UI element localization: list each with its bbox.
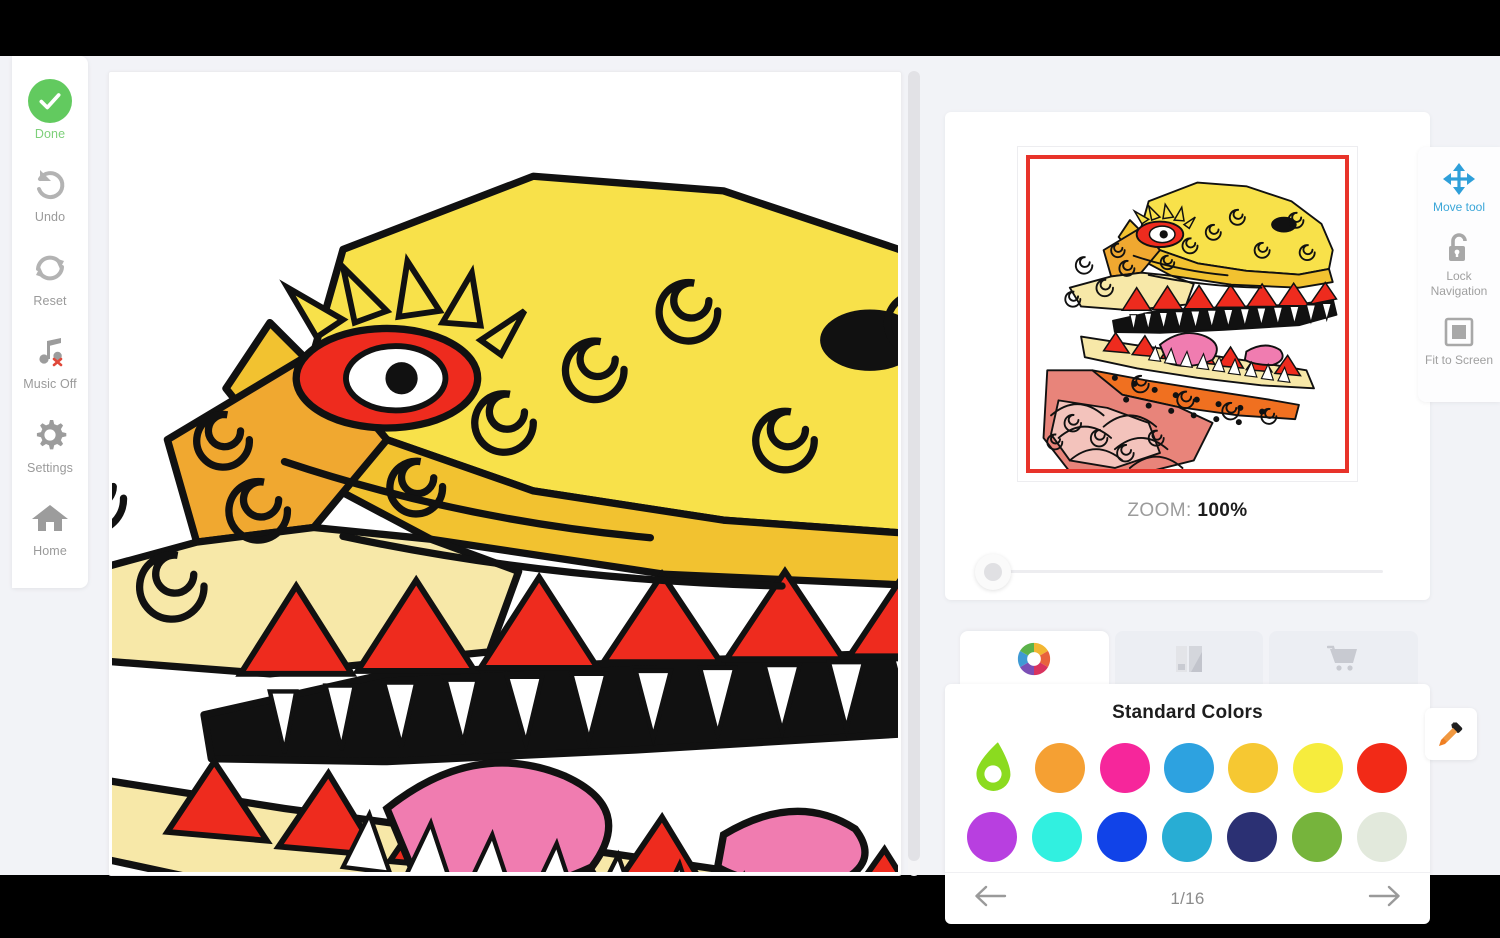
lock-navigation-button[interactable]: Lock Navigation: [1418, 230, 1500, 298]
canvas-scrollbar[interactable]: [908, 71, 920, 876]
fit-to-screen-label: Fit to Screen: [1425, 353, 1493, 367]
zoom-readout: ZOOM: 100%: [945, 500, 1430, 522]
color-swatch[interactable]: [1357, 743, 1407, 793]
canvas-scrollbar-thumb[interactable]: [908, 71, 920, 861]
zoom-slider-handle[interactable]: [975, 554, 1011, 590]
eyedropper-button[interactable]: [1425, 708, 1477, 760]
undo-button[interactable]: Undo: [12, 161, 88, 224]
arrow-left-icon: [973, 884, 1007, 913]
color-swatch[interactable]: [967, 812, 1017, 862]
color-wheel-icon: [1015, 640, 1053, 683]
color-swatch-selected[interactable]: [967, 740, 1021, 796]
zoom-slider-track[interactable]: [993, 570, 1383, 573]
lock-navigation-label: Lock Navigation: [1418, 269, 1500, 298]
artwork-thumbnail-image: [1036, 175, 1344, 473]
palette-next-button[interactable]: [1368, 884, 1402, 913]
palette-pager: 1/16: [945, 872, 1430, 924]
palette-title: Standard Colors: [945, 702, 1430, 724]
palette-tabs: [960, 631, 1418, 691]
coloring-canvas[interactable]: [108, 71, 902, 876]
refresh-icon: [31, 245, 69, 291]
eyedropper-icon: [1434, 715, 1468, 754]
color-swatch[interactable]: [1293, 743, 1343, 793]
left-toolbar: Done Undo Reset: [12, 56, 88, 588]
color-swatch[interactable]: [1035, 743, 1085, 793]
done-label: Done: [35, 127, 65, 141]
shopping-cart-icon: [1327, 644, 1361, 679]
settings-button[interactable]: Settings: [12, 412, 88, 475]
fit-to-screen-button[interactable]: Fit to Screen: [1418, 314, 1500, 367]
home-icon: [31, 495, 69, 541]
color-swatch[interactable]: [1357, 812, 1407, 862]
app-root: Done Undo Reset: [0, 56, 1500, 875]
undo-label: Undo: [35, 210, 65, 224]
fit-screen-icon: [1444, 314, 1474, 350]
zoom-slider[interactable]: [975, 554, 1400, 590]
artwork-canvas-image[interactable]: [112, 147, 898, 872]
color-swatch[interactable]: [1164, 743, 1214, 793]
undo-arrow-icon: [31, 161, 69, 207]
viewport-selection-box[interactable]: [1026, 155, 1349, 473]
navigator-panel: ZOOM: 100%: [945, 112, 1430, 600]
lock-open-icon: [1444, 230, 1474, 266]
pattern-swatch-icon: [1172, 642, 1206, 681]
canvas-viewport[interactable]: [112, 75, 898, 872]
zoom-prefix-label: ZOOM:: [1127, 500, 1191, 521]
music-note-off-icon: [32, 328, 68, 374]
palette-prev-button[interactable]: [973, 884, 1007, 913]
color-swatch[interactable]: [1228, 743, 1278, 793]
reset-button[interactable]: Reset: [12, 245, 88, 308]
navigation-toolbar: Move tool Lock Navigation Fit to Scr: [1418, 147, 1500, 402]
swatch-row-1: [967, 739, 1407, 797]
tab-patterns[interactable]: [1115, 631, 1264, 691]
move-arrows-icon: [1442, 161, 1476, 197]
color-swatch[interactable]: [1100, 743, 1150, 793]
color-swatch[interactable]: [1032, 812, 1082, 862]
swatch-row-2: [967, 808, 1407, 866]
settings-label: Settings: [27, 461, 73, 475]
gear-icon: [32, 412, 68, 458]
tab-colors[interactable]: [960, 631, 1109, 691]
color-palette-panel: Standard Colors: [945, 684, 1430, 924]
arrow-right-icon: [1368, 884, 1402, 913]
thumbnail-frame[interactable]: [1017, 146, 1358, 482]
color-swatch[interactable]: [1162, 812, 1212, 862]
move-tool-button[interactable]: Move tool: [1418, 161, 1500, 214]
check-circle-icon: [28, 78, 72, 124]
palette-page-count: 1/16: [1170, 889, 1204, 909]
color-swatch[interactable]: [1097, 812, 1147, 862]
move-tool-label: Move tool: [1433, 200, 1485, 214]
home-button[interactable]: Home: [12, 495, 88, 558]
done-button[interactable]: Done: [12, 78, 88, 141]
zoom-value: 100%: [1197, 500, 1247, 521]
tab-shop[interactable]: [1269, 631, 1418, 691]
reset-label: Reset: [33, 294, 66, 308]
color-swatch[interactable]: [1292, 812, 1342, 862]
music-toggle-button[interactable]: Music Off: [12, 328, 88, 391]
color-swatch[interactable]: [1227, 812, 1277, 862]
home-label: Home: [33, 544, 67, 558]
music-label: Music Off: [23, 377, 76, 391]
